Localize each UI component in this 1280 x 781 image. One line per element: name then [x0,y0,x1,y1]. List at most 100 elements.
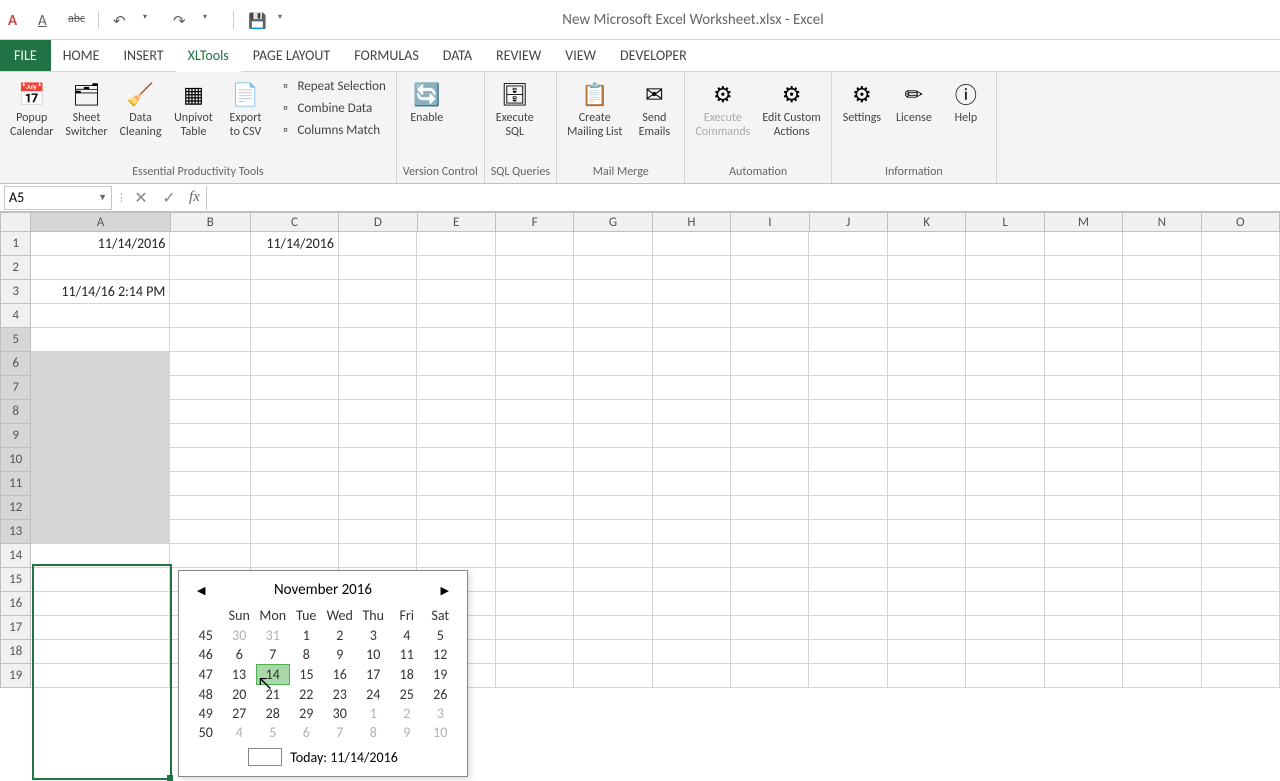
cell-J14[interactable] [809,544,887,568]
cell-H2[interactable] [653,256,731,280]
cell-L4[interactable] [966,304,1044,328]
cell-K8[interactable] [888,400,966,424]
cell-M5[interactable] [1045,328,1123,352]
cell-A2[interactable] [31,256,170,280]
cal-day-6[interactable]: 6 [290,723,324,742]
cell-L2[interactable] [966,256,1044,280]
redo-icon[interactable]: ↷ [173,12,189,28]
cell-L10[interactable] [966,448,1044,472]
repeat-selection-button[interactable]: ▫Repeat Selection [273,76,389,96]
cell-E14[interactable] [417,544,495,568]
col-header-O[interactable]: O [1202,212,1280,232]
cell-I5[interactable] [731,328,809,352]
cell-I15[interactable] [731,568,809,592]
cell-K15[interactable] [888,568,966,592]
cell-J8[interactable] [809,400,887,424]
row-header-4[interactable]: 4 [0,304,31,328]
col-header-F[interactable]: F [496,212,574,232]
cell-I4[interactable] [731,304,809,328]
cell-L18[interactable] [966,640,1044,664]
enter-icon[interactable]: ✓ [155,187,183,209]
cell-B10[interactable] [170,448,250,472]
cell-O5[interactable] [1202,328,1280,352]
cell-L5[interactable] [966,328,1044,352]
cell-D13[interactable] [339,520,417,544]
cell-D5[interactable] [339,328,417,352]
cell-E8[interactable] [417,400,495,424]
cal-day-7[interactable]: 7 [323,723,357,742]
cancel-icon[interactable]: ✕ [127,187,155,209]
cell-F19[interactable] [496,664,574,688]
cell-H9[interactable] [653,424,731,448]
cell-O15[interactable] [1202,568,1280,592]
cell-O2[interactable] [1202,256,1280,280]
cell-J5[interactable] [809,328,887,352]
cell-D2[interactable] [339,256,417,280]
today-label[interactable]: Today: 11/14/2016 [290,749,398,766]
cell-C8[interactable] [251,400,339,424]
cell-E11[interactable] [417,472,495,496]
cell-A4[interactable] [31,304,170,328]
cell-K4[interactable] [888,304,966,328]
cell-B3[interactable] [170,280,250,304]
cell-J11[interactable] [809,472,887,496]
cell-I16[interactable] [731,592,809,616]
col-header-K[interactable]: K [888,212,966,232]
redo-dropdown-icon[interactable]: ▾ [203,12,219,28]
cell-F13[interactable] [496,520,574,544]
cell-B7[interactable] [170,376,250,400]
cell-E1[interactable] [417,232,495,256]
cell-G13[interactable] [574,520,652,544]
tab-page-layout[interactable]: PAGE LAYOUT [241,40,342,71]
underline-icon[interactable]: A [38,12,54,28]
cell-G6[interactable] [574,352,652,376]
cell-N3[interactable] [1123,280,1201,304]
cell-J12[interactable] [809,496,887,520]
cell-I14[interactable] [731,544,809,568]
cell-D10[interactable] [339,448,417,472]
cell-N12[interactable] [1123,496,1201,520]
cell-N6[interactable] [1123,352,1201,376]
cell-L9[interactable] [966,424,1044,448]
col-header-B[interactable]: B [171,212,251,232]
cell-O18[interactable] [1202,640,1280,664]
cell-D12[interactable] [339,496,417,520]
cell-I7[interactable] [731,376,809,400]
cell-K10[interactable] [888,448,966,472]
cell-L3[interactable] [966,280,1044,304]
cell-L12[interactable] [966,496,1044,520]
cal-day-11[interactable]: 11 [390,645,424,665]
data-button[interactable]: 🧹Data Cleaning [116,76,166,142]
cell-J1[interactable] [809,232,887,256]
cell-C14[interactable] [251,544,339,568]
cell-H17[interactable] [653,616,731,640]
row-header-7[interactable]: 7 [0,376,31,400]
cell-I2[interactable] [731,256,809,280]
cell-K6[interactable] [888,352,966,376]
row-header-14[interactable]: 14 [0,544,31,568]
cell-A1[interactable]: 11/14/2016 [31,232,170,256]
columns-match-button[interactable]: ▫Columns Match [273,120,389,140]
cal-day-3[interactable]: 3 [424,704,458,723]
tab-file[interactable]: FILE [0,40,51,71]
cell-N19[interactable] [1123,664,1201,688]
row-header-1[interactable]: 1 [0,232,31,256]
cell-B6[interactable] [170,352,250,376]
cell-C11[interactable] [251,472,339,496]
cal-day-27[interactable]: 27 [223,704,257,723]
cell-N1[interactable] [1123,232,1201,256]
cell-C10[interactable] [251,448,339,472]
cal-day-10[interactable]: 10 [424,723,458,742]
cell-I12[interactable] [731,496,809,520]
cell-G8[interactable] [574,400,652,424]
cell-L11[interactable] [966,472,1044,496]
cell-G5[interactable] [574,328,652,352]
undo-icon[interactable]: ↶ [113,12,129,28]
cell-E2[interactable] [417,256,495,280]
row-header-19[interactable]: 19 [0,664,31,688]
cell-B12[interactable] [170,496,250,520]
cell-F8[interactable] [496,400,574,424]
row-header-8[interactable]: 8 [0,400,31,424]
cell-B1[interactable] [170,232,250,256]
row-header-10[interactable]: 10 [0,448,31,472]
